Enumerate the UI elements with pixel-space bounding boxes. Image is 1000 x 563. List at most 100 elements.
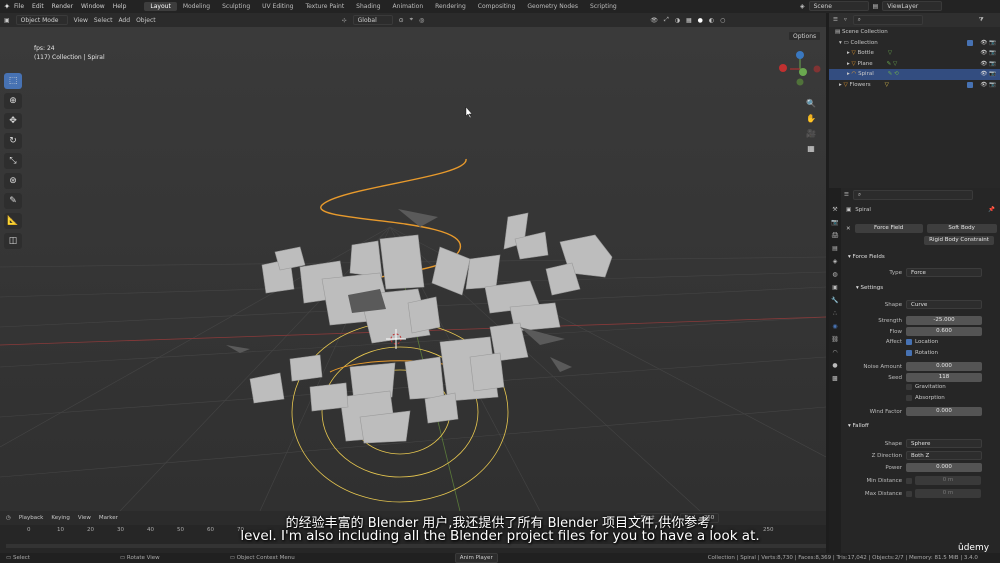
- output-tab-icon[interactable]: 🖨: [831, 232, 839, 239]
- location-checkbox[interactable]: [906, 339, 912, 345]
- constraints-tab-icon[interactable]: ⛓: [831, 336, 839, 343]
- outliner-row-flowers[interactable]: ▸ ▽ Flowers ▽ 👁 📷: [829, 80, 1000, 91]
- filter-icon[interactable]: ▿: [844, 17, 847, 23]
- falloff-section[interactable]: ▾ Falloff: [848, 423, 869, 429]
- measure-tool-icon[interactable]: 📐: [4, 213, 22, 229]
- move-tool-icon[interactable]: ✥: [4, 113, 22, 129]
- outliner-row-bottle[interactable]: ▸ ▽ Bottle ▽ 👁 📷: [829, 48, 1000, 59]
- shading-solid-icon[interactable]: ●: [698, 17, 703, 24]
- outliner-row-scene-collection[interactable]: ▤ Scene Collection: [829, 27, 1000, 38]
- view-layer-field[interactable]: ViewLayer: [882, 1, 943, 11]
- rotate-tool-icon[interactable]: ↻: [4, 133, 22, 149]
- flow-field[interactable]: 0.600: [906, 327, 982, 336]
- min-distance-checkbox[interactable]: [906, 477, 912, 484]
- 3d-viewport[interactable]: fps: 24 (117) Collection | Spiral ⬚ ⊕ ✥ …: [0, 27, 826, 511]
- outliner-row-plane[interactable]: ▸ ▽ Plane ✎ ▽ 👁 📷: [829, 59, 1000, 70]
- shading-material-icon[interactable]: ◐: [709, 17, 714, 24]
- menu-file[interactable]: File: [14, 3, 24, 10]
- absorption-checkbox[interactable]: [906, 395, 912, 401]
- render-tab-icon[interactable]: 📷: [831, 219, 838, 226]
- tab-animation[interactable]: Animation: [387, 2, 430, 11]
- row-visibility[interactable]: 👁 📷: [980, 71, 996, 77]
- overlay-icon[interactable]: ◑: [675, 17, 680, 24]
- tab-sculpting[interactable]: Sculpting: [216, 2, 256, 11]
- tab-rendering[interactable]: Rendering: [429, 2, 472, 11]
- type-dropdown[interactable]: Force: [906, 268, 982, 277]
- force-field-button[interactable]: Force Field: [854, 224, 923, 233]
- tool-tab-icon[interactable]: ⚒: [832, 206, 837, 213]
- row-visibility[interactable]: 👁 📷: [980, 61, 996, 67]
- modifier-tab-icon[interactable]: 🔧: [831, 297, 838, 304]
- proportional-icon[interactable]: ◎: [419, 17, 424, 24]
- visibility-icon[interactable]: 👁: [650, 17, 658, 24]
- grid-view-icon[interactable]: ▦: [807, 144, 815, 153]
- particles-tab-icon[interactable]: ∴: [833, 310, 837, 317]
- annotate-tool-icon[interactable]: ✎: [4, 193, 22, 209]
- select-box-tool-icon[interactable]: ⬚: [4, 73, 22, 89]
- falloff-shape-dropdown[interactable]: Sphere: [906, 439, 982, 448]
- tab-scripting[interactable]: Scripting: [584, 2, 623, 11]
- pan-hand-icon[interactable]: ✋: [806, 114, 816, 123]
- editor-type-icon[interactable]: ▣: [4, 17, 10, 24]
- xray-icon[interactable]: ▦: [686, 17, 692, 24]
- tab-texture-paint[interactable]: Texture Paint: [299, 2, 350, 11]
- z-direction-dropdown[interactable]: Both Z: [906, 451, 982, 460]
- strength-field[interactable]: -25.000: [906, 316, 982, 325]
- menu-select[interactable]: Select: [94, 17, 113, 24]
- scene-field[interactable]: Scene: [808, 1, 869, 11]
- pivot-icon[interactable]: ⊙: [399, 17, 404, 24]
- row-visibility[interactable]: 👁 📷: [967, 39, 996, 46]
- rigid-body-constraint-button[interactable]: Rigid Body Constraint: [924, 236, 994, 245]
- world-tab-icon[interactable]: ◍: [832, 271, 837, 278]
- camera-icon[interactable]: 🎥: [806, 129, 816, 138]
- cursor-tool-icon[interactable]: ⊕: [4, 93, 22, 109]
- pin-icon[interactable]: 📌: [988, 207, 995, 213]
- outliner-editor-icon[interactable]: ☰: [833, 17, 838, 23]
- mode-dropdown[interactable]: Object Mode: [15, 15, 68, 25]
- soft-body-button[interactable]: Soft Body: [926, 224, 997, 233]
- scale-tool-icon[interactable]: ⤡: [4, 153, 22, 169]
- menu-view[interactable]: View: [74, 17, 88, 24]
- max-distance-checkbox[interactable]: [906, 490, 912, 497]
- menu-edit[interactable]: Edit: [32, 3, 44, 10]
- view-layer-tab-icon[interactable]: ▤: [832, 245, 838, 252]
- options-dropdown[interactable]: Options: [788, 31, 822, 41]
- orientation-dropdown[interactable]: Global: [352, 15, 393, 25]
- power-field[interactable]: 0.000: [906, 463, 982, 472]
- seed-field[interactable]: 118: [906, 373, 982, 382]
- timeline-scrollbar[interactable]: [6, 544, 826, 548]
- gravitation-checkbox[interactable]: [906, 384, 912, 390]
- min-distance-field[interactable]: 0 m: [915, 476, 981, 485]
- noise-amount-field[interactable]: 0.000: [906, 362, 982, 371]
- tab-geometry-nodes[interactable]: Geometry Nodes: [521, 2, 584, 11]
- force-fields-section[interactable]: ▾ Force Fields: [848, 254, 885, 260]
- props-editor-icon[interactable]: ☰: [844, 192, 849, 198]
- max-distance-field[interactable]: 0 m: [915, 489, 981, 498]
- scene-tab-icon[interactable]: ◈: [833, 258, 838, 265]
- menu-help[interactable]: Help: [113, 3, 127, 10]
- menu-object[interactable]: Object: [136, 17, 156, 24]
- row-visibility[interactable]: 👁 📷: [967, 81, 996, 88]
- menu-add[interactable]: Add: [118, 17, 130, 24]
- texture-tab-icon[interactable]: ▩: [832, 375, 838, 382]
- physics-tab-icon[interactable]: ◉: [832, 323, 837, 330]
- object-tab-icon[interactable]: ▣: [832, 284, 838, 291]
- tab-compositing[interactable]: Compositing: [472, 2, 522, 11]
- remove-force-field-icon[interactable]: ✕: [846, 226, 851, 232]
- tab-layout[interactable]: Layout: [144, 2, 177, 11]
- menu-render[interactable]: Render: [52, 3, 73, 10]
- menu-window[interactable]: Window: [81, 3, 105, 10]
- material-tab-icon[interactable]: ●: [832, 362, 837, 369]
- add-cube-tool-icon[interactable]: ◫: [4, 233, 22, 249]
- gizmo-icon[interactable]: ⤢: [664, 16, 669, 24]
- rotation-checkbox[interactable]: [906, 350, 912, 356]
- outliner-row-collection[interactable]: ▾ ▭ Collection 👁 📷: [829, 38, 1000, 49]
- shape-dropdown[interactable]: Curve: [906, 300, 982, 309]
- transform-tool-icon[interactable]: ⊛: [4, 173, 22, 189]
- tab-shading[interactable]: Shading: [350, 2, 386, 11]
- data-tab-icon[interactable]: ◠: [832, 349, 837, 356]
- snap-icon[interactable]: ⌖: [410, 16, 413, 24]
- outliner-search-input[interactable]: ⌕: [852, 15, 923, 25]
- tab-uv-editing[interactable]: UV Editing: [256, 2, 299, 11]
- anim-player-button[interactable]: Anim Player: [454, 553, 498, 563]
